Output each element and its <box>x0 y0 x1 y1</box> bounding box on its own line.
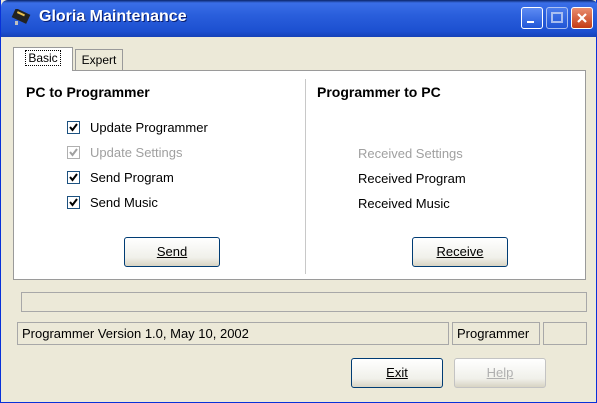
send-music-label: Send Music <box>90 194 158 210</box>
update-settings-checkbox: Update Settings <box>67 143 183 161</box>
receive-button-label: Receive <box>436 244 484 259</box>
main-window: Gloria Maintenance Basic Expert PC to Pr… <box>0 0 597 403</box>
send-button[interactable]: Send <box>124 237 220 267</box>
received-program-label: Received Program <box>358 171 466 186</box>
minimize-icon <box>527 21 534 23</box>
title-bar[interactable]: Gloria Maintenance <box>1 0 597 37</box>
update-settings-label: Update Settings <box>90 144 183 160</box>
window-title: Gloria Maintenance <box>39 8 187 25</box>
checkmark-icon <box>69 197 78 207</box>
status-version: Programmer Version 1.0, May 10, 2002 <box>17 322 449 345</box>
pc-to-programmer-heading: PC to Programmer <box>26 84 150 100</box>
close-button[interactable] <box>571 7 593 29</box>
panel-divider <box>305 79 306 274</box>
help-button: Help <box>454 358 546 388</box>
maximize-button[interactable] <box>546 7 568 29</box>
tab-expert-label: Expert <box>81 53 117 67</box>
tab-basic[interactable]: Basic <box>13 47 73 71</box>
programmer-to-pc-heading: Programmer to PC <box>317 84 441 100</box>
checkmark-icon <box>69 147 78 157</box>
exit-button[interactable]: Exit <box>351 358 443 388</box>
close-icon <box>577 13 587 23</box>
maximize-icon <box>551 12 563 23</box>
checkbox-box[interactable] <box>67 195 80 209</box>
received-settings-label: Received Settings <box>358 146 463 161</box>
checkmark-icon <box>69 122 78 132</box>
status-device: Programmer <box>452 322 540 345</box>
send-button-label: Send <box>156 244 188 259</box>
send-program-label: Send Program <box>90 169 174 185</box>
exit-button-label: Exit <box>386 365 408 380</box>
basic-tab-panel: PC to Programmer Update Programmer Updat… <box>13 70 586 280</box>
received-music-label: Received Music <box>358 196 450 211</box>
send-program-checkbox[interactable]: Send Program <box>67 168 174 186</box>
update-programmer-checkbox[interactable]: Update Programmer <box>67 118 208 136</box>
checkmark-icon <box>69 172 78 182</box>
receive-button[interactable]: Receive <box>412 237 508 267</box>
send-music-checkbox[interactable]: Send Music <box>67 193 158 211</box>
minimize-button[interactable] <box>521 7 543 29</box>
tab-basic-label: Basic <box>25 50 61 66</box>
update-programmer-label: Update Programmer <box>90 119 208 135</box>
programmer-device-icon <box>11 9 31 25</box>
status-extra <box>543 322 587 345</box>
progress-bar <box>21 292 587 312</box>
checkbox-box[interactable] <box>67 170 80 184</box>
tab-expert[interactable]: Expert <box>75 49 123 71</box>
checkbox-box <box>67 145 80 159</box>
help-button-label: Help <box>486 365 514 380</box>
checkbox-box[interactable] <box>67 120 80 134</box>
